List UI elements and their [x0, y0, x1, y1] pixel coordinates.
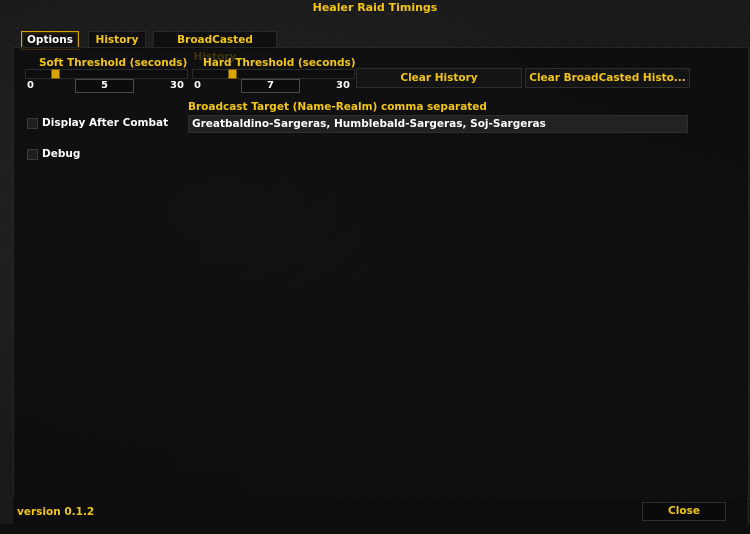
bottom-edge [0, 524, 750, 534]
debug-label: Debug [42, 148, 81, 160]
soft-threshold-max: 30 [170, 80, 184, 91]
close-button[interactable]: Close [642, 502, 726, 521]
clear-history-button[interactable]: Clear History [356, 68, 522, 88]
soft-threshold-slider[interactable] [25, 69, 188, 79]
soft-threshold-value-box[interactable]: 5 [75, 79, 134, 93]
version-label: version 0.1.2 [17, 506, 95, 518]
broadcast-target-label: Broadcast Target (Name-Realm) comma sepa… [188, 101, 487, 113]
hard-threshold-max: 30 [336, 80, 350, 91]
soft-threshold-label: Soft Threshold (seconds) [39, 57, 188, 69]
hard-threshold-thumb[interactable] [228, 69, 238, 79]
hard-threshold-min: 0 [194, 80, 201, 91]
broadcast-target-input[interactable]: Greatbaldino-Sargeras, Humblebald-Sarger… [188, 115, 688, 133]
window-title: Healer Raid Timings [312, 1, 438, 14]
soft-threshold-thumb[interactable] [51, 69, 61, 79]
soft-threshold-min: 0 [27, 80, 34, 91]
hard-threshold-slider[interactable] [192, 69, 355, 79]
hard-threshold-value-box[interactable]: 7 [241, 79, 300, 93]
footer-bar [13, 497, 747, 524]
debug-checkbox[interactable] [27, 149, 38, 160]
clear-broadcasted-history-button[interactable]: Clear BroadCasted Histo... [525, 68, 690, 88]
display-after-combat-checkbox[interactable] [27, 118, 38, 129]
display-after-combat-label: Display After Combat [42, 117, 169, 129]
hard-threshold-label: Hard Threshold (seconds) [203, 57, 356, 69]
